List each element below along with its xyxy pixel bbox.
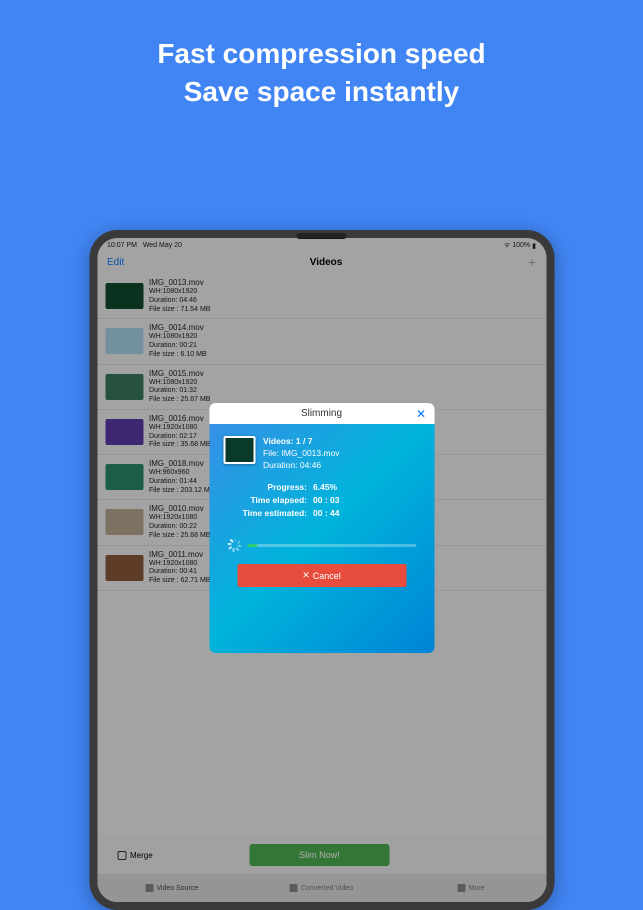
headline-line1: Fast compression speed [0,35,643,73]
dialog-info-text: Videos: 1 / 7 File: IMG_0013.mov Duratio… [263,436,340,472]
spinner-icon [227,538,241,552]
dialog-stats: Progress:6.45% Time elapsed:00 : 03 Time… [223,482,420,518]
elapsed-label: Time elapsed: [223,495,313,505]
estimated-value: 00 : 44 [313,508,339,518]
progress-row [223,538,420,552]
duration-value: 04:46 [300,460,321,470]
progress-fill [247,544,258,547]
slimming-dialog: Slimming ✕ Videos: 1 / 7 File: IMG_0013.… [209,403,434,653]
dialog-title: Slimming [301,408,342,419]
estimated-label: Time estimated: [223,508,313,518]
dialog-thumbnail [223,436,255,464]
dialog-info: Videos: 1 / 7 File: IMG_0013.mov Duratio… [223,436,420,472]
cancel-x-icon: ✕ [302,570,310,581]
cancel-label: Cancel [313,571,341,581]
modal-overlay: Slimming ✕ Videos: 1 / 7 File: IMG_0013.… [97,238,546,902]
ipad-frame: 10:07 PM Wed May 20 ᯤ 100% ▮ Edit Videos… [89,230,554,910]
progress-value: 6.45% [313,482,337,492]
videos-label: Videos: [263,436,294,446]
file-value: IMG_0013.mov [281,448,339,458]
duration-label: Duration: [263,460,298,470]
dialog-header: Slimming ✕ [209,403,434,424]
headline: Fast compression speed Save space instan… [0,35,643,111]
dialog-body: Videos: 1 / 7 File: IMG_0013.mov Duratio… [209,424,434,599]
headline-line2: Save space instantly [0,73,643,111]
progress-label: Progress: [223,482,313,492]
file-label: File: [263,448,279,458]
videos-value: 1 / 7 [296,436,313,446]
progress-bar [247,544,416,547]
cancel-button[interactable]: ✕ Cancel [237,564,406,587]
ipad-screen: 10:07 PM Wed May 20 ᯤ 100% ▮ Edit Videos… [97,238,546,902]
elapsed-value: 00 : 03 [313,495,339,505]
close-icon[interactable]: ✕ [416,407,426,421]
